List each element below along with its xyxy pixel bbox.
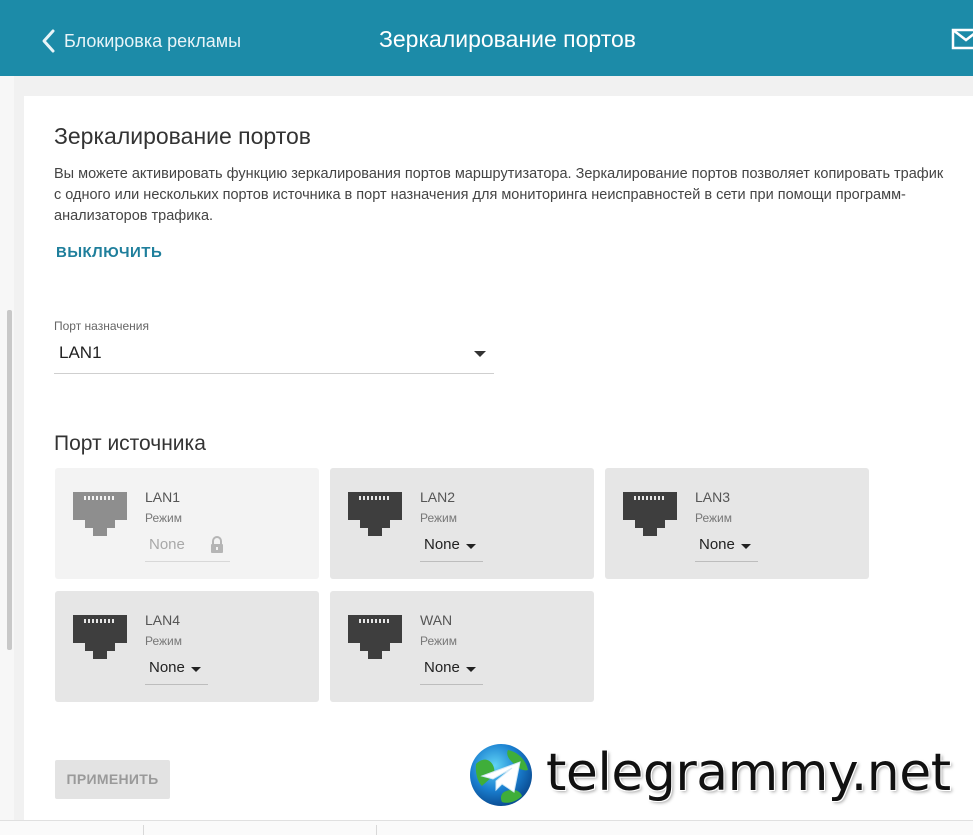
section-title: Зеркалирование портов — [54, 123, 311, 149]
left-scrollbar[interactable] — [7, 310, 12, 650]
port-mode-value: None — [149, 659, 185, 676]
port-mode-label: Режим — [145, 634, 182, 648]
port-card-lan4: LAN4 Режим None — [55, 591, 319, 702]
bottom-divider — [376, 825, 377, 835]
port-mode-select-lan1: None — [145, 534, 230, 562]
port-card-wan: WAN Режим None — [330, 591, 594, 702]
bottom-divider — [143, 825, 144, 835]
port-name: LAN2 — [420, 489, 456, 505]
bottom-bar — [0, 820, 973, 835]
port-mode-value: None — [149, 536, 185, 553]
port-card-lan1: LAN1 Режим None — [55, 468, 319, 579]
destination-port-select[interactable]: Порт назначения LAN1 — [54, 319, 494, 374]
page-title: Зеркалирование портов — [379, 26, 636, 52]
port-name: WAN — [420, 612, 453, 628]
ethernet-port-icon — [73, 492, 127, 536]
port-card-lan2: LAN2 Режим None — [330, 468, 594, 579]
port-mode-value: None — [699, 536, 735, 553]
port-name: LAN1 — [145, 489, 181, 505]
port-mode-label: Режим — [420, 511, 457, 525]
watermark: telegrammy.net — [468, 740, 973, 810]
apply-button[interactable]: ПРИМЕНИТЬ — [55, 760, 170, 799]
port-mode-select-lan4[interactable]: None — [145, 657, 208, 685]
disable-button[interactable]: ВЫКЛЮЧИТЬ — [56, 244, 162, 261]
ethernet-port-icon — [623, 492, 677, 536]
caret-down-icon — [741, 544, 751, 549]
ethernet-port-icon — [348, 615, 402, 659]
port-mode-select-wan[interactable]: None — [420, 657, 483, 685]
source-port-title: Порт источника — [54, 432, 206, 455]
port-mode-select-lan2[interactable]: None — [420, 534, 483, 562]
caret-down-icon — [466, 544, 476, 549]
destination-port-value: LAN1 — [59, 343, 102, 362]
caret-down-icon — [474, 351, 486, 357]
ethernet-port-icon — [348, 492, 402, 536]
port-name: LAN4 — [145, 612, 181, 628]
mail-icon[interactable] — [951, 28, 973, 50]
port-mode-value: None — [424, 659, 460, 676]
watermark-text: telegrammy.net — [546, 743, 951, 803]
port-mode-value: None — [424, 536, 460, 553]
caret-down-icon — [466, 667, 476, 672]
description-text: Вы можете активировать функцию зеркалиро… — [54, 166, 944, 224]
port-mode-label: Режим — [420, 634, 457, 648]
port-mode-label: Режим — [695, 511, 732, 525]
lock-icon — [211, 536, 223, 553]
main-card: Зеркалирование портов Вы можете активиро… — [24, 96, 973, 835]
port-card-lan3: LAN3 Режим None — [605, 468, 869, 579]
caret-down-icon — [191, 667, 201, 672]
port-mode-select-lan3[interactable]: None — [695, 534, 758, 562]
port-name: LAN3 — [695, 489, 731, 505]
ethernet-port-icon — [73, 615, 127, 659]
destination-port-label: Порт назначения — [54, 319, 149, 333]
telegram-globe-icon — [470, 744, 532, 806]
top-header-bar: Блокировка рекламы Зеркалирование портов — [0, 0, 973, 76]
port-mode-label: Режим — [145, 511, 182, 525]
